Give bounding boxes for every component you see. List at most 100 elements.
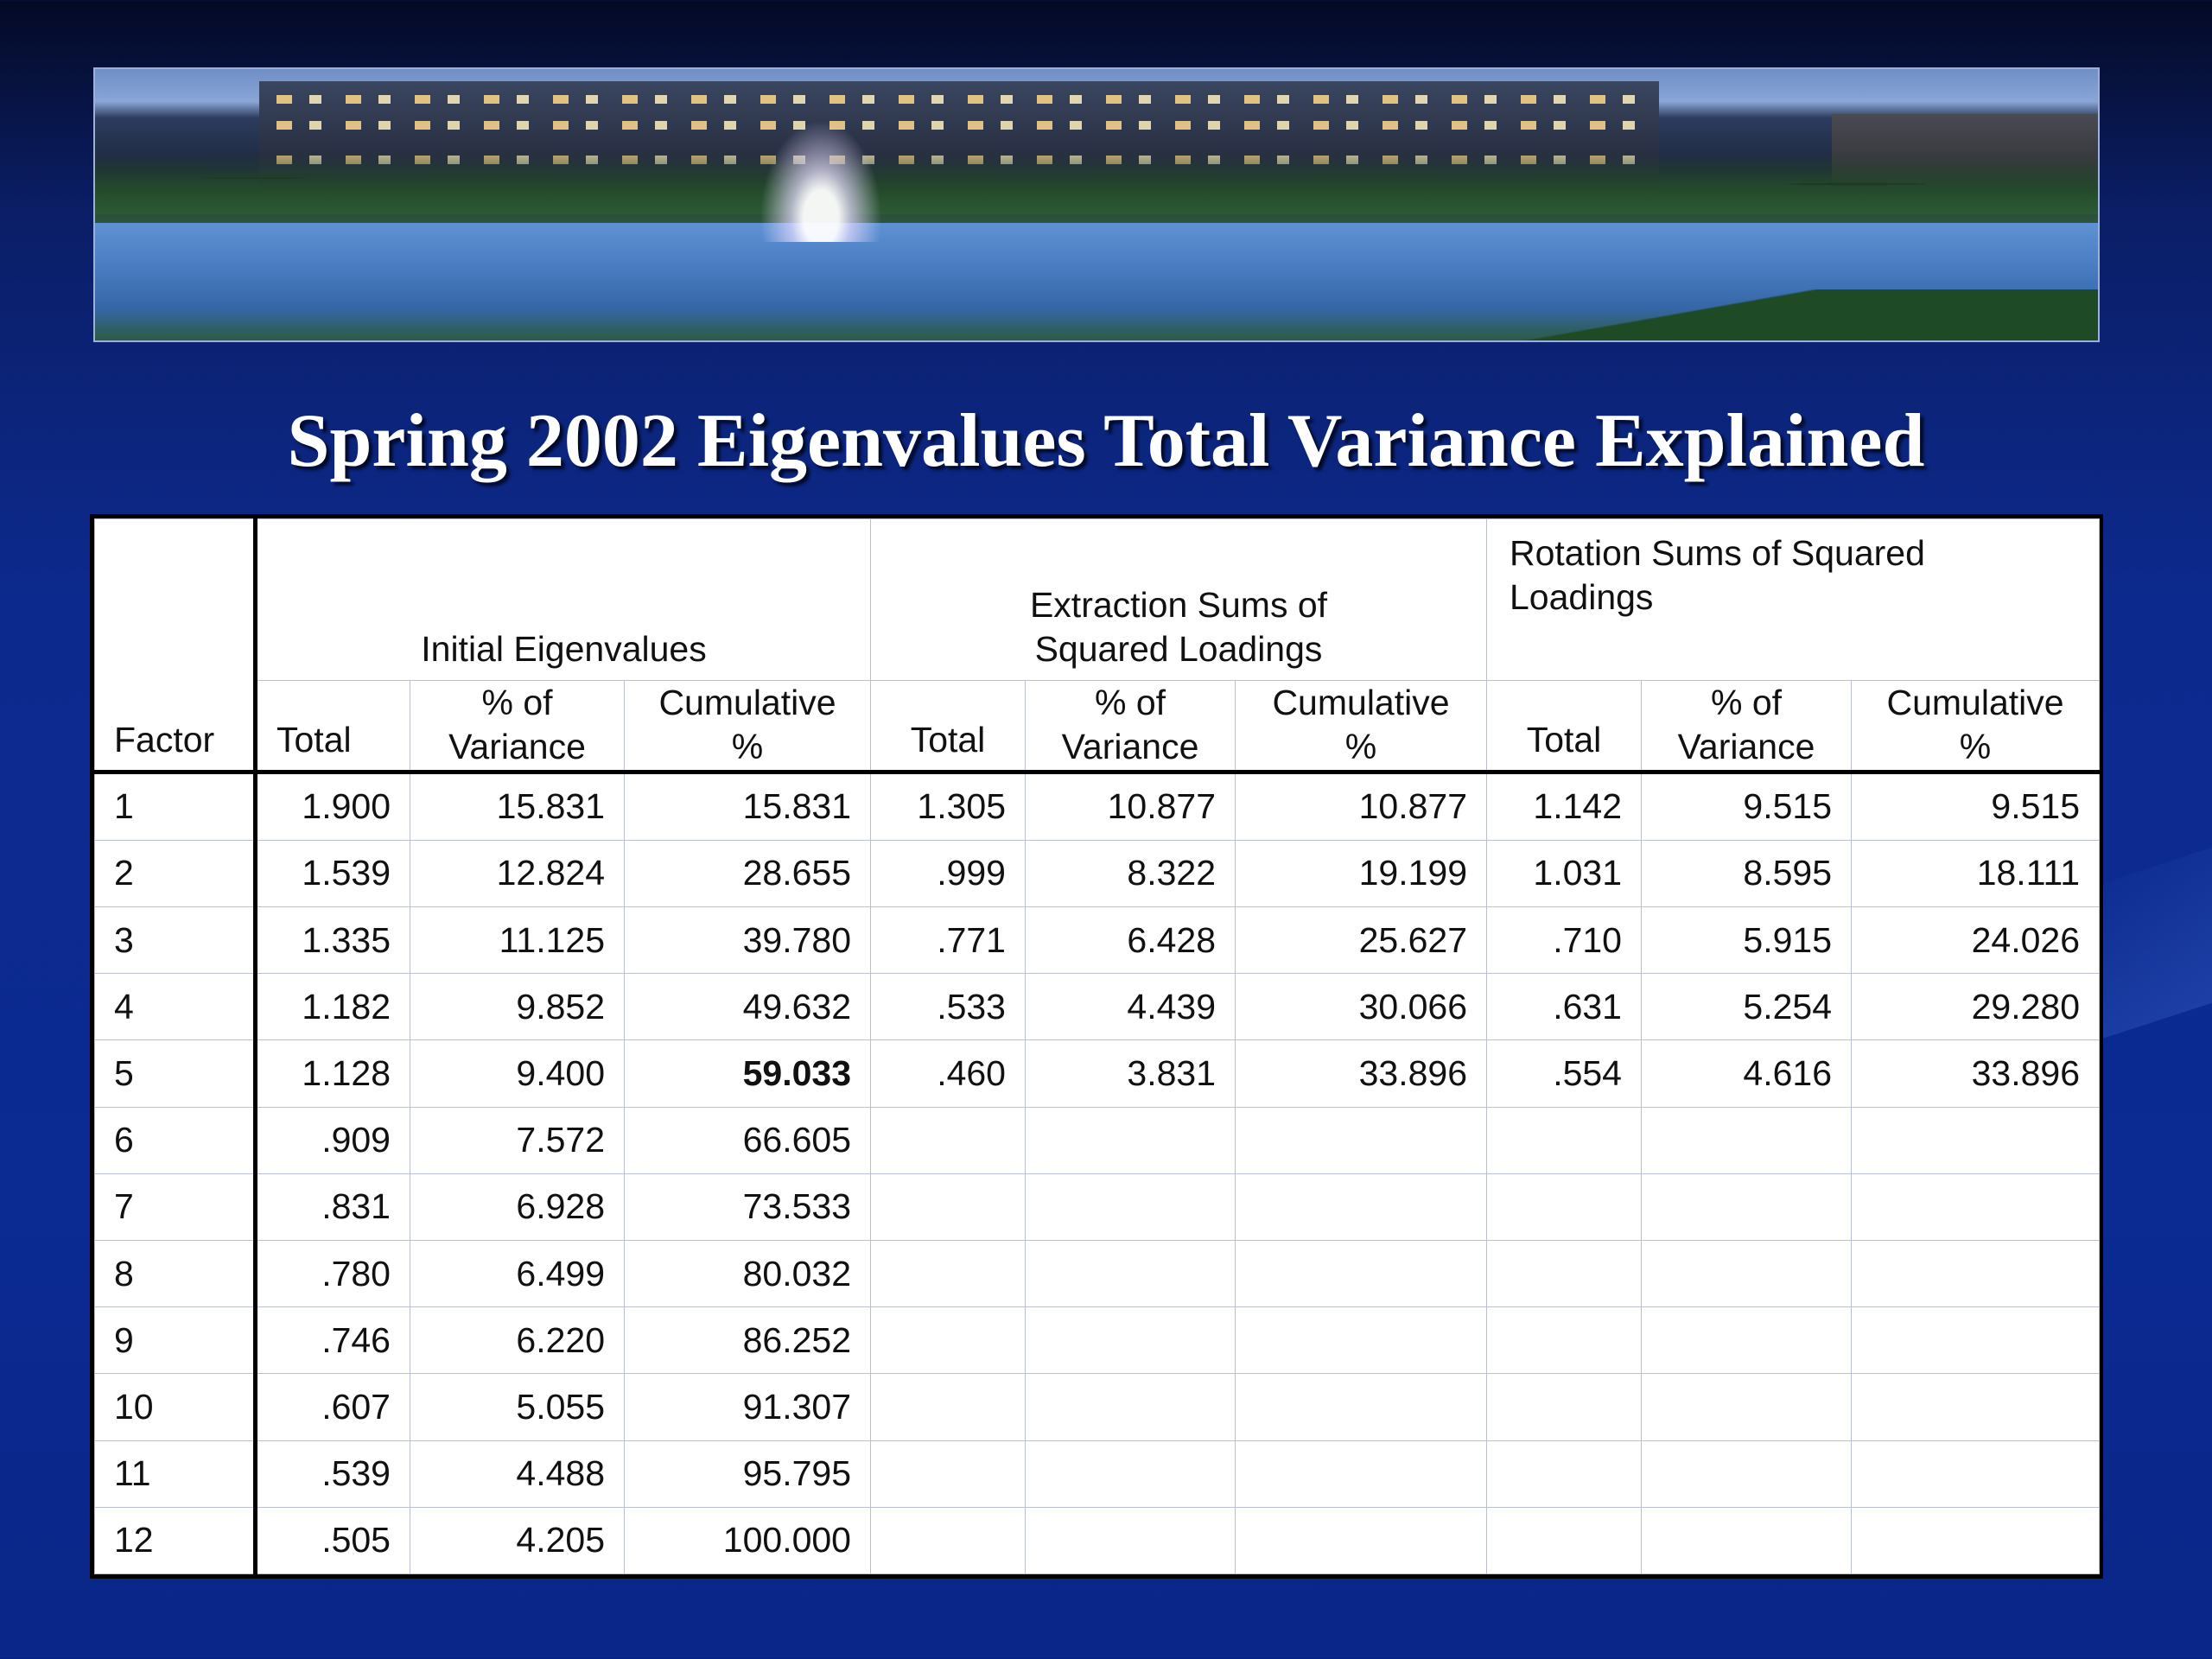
col-total-header: Total (1486, 680, 1642, 774)
slide-title: Spring 2002 Eigenvalues Total Variance E… (287, 399, 1925, 483)
value-cell: .780 (255, 1239, 410, 1308)
value-cell: .631 (1486, 973, 1642, 1041)
group-header-extraction: Extraction Sums of Squared Loadings (870, 518, 1487, 681)
value-cell (870, 1173, 1026, 1241)
value-cell: .607 (255, 1373, 410, 1441)
factor-cell: 2 (94, 839, 257, 907)
value-cell (1641, 1306, 1852, 1375)
value-cell: 5.055 (410, 1373, 625, 1441)
value-cell: 19.199 (1235, 839, 1487, 907)
value-cell (1025, 1106, 1236, 1174)
value-cell: .746 (255, 1306, 410, 1375)
value-cell (870, 1306, 1026, 1375)
factor-cell: 4 (94, 973, 257, 1041)
value-cell: .460 (870, 1039, 1026, 1108)
value-cell: 4.205 (410, 1506, 625, 1575)
value-cell: 91.307 (624, 1373, 871, 1441)
window-lights-row (276, 121, 1642, 130)
factor-cell: 3 (94, 906, 257, 975)
value-cell (1025, 1306, 1236, 1375)
factor-cell: 12 (94, 1506, 257, 1575)
col-pct-header: % of Variance (1641, 680, 1852, 774)
table-row: 1 1.900 15.831 15.831 1.305 10.877 10.877 1.142… (94, 771, 2101, 841)
value-cell (1641, 1373, 1852, 1441)
value-cell (1025, 1373, 1236, 1441)
value-cell (870, 1373, 1026, 1441)
value-cell: 1.539 (255, 839, 410, 907)
value-cell (1486, 1373, 1642, 1441)
value-cell (1235, 1173, 1487, 1241)
value-cell: .554 (1486, 1039, 1642, 1108)
value-cell: 66.605 (624, 1106, 871, 1174)
table-row: 8.780 6.499 80.032 (94, 1239, 2101, 1308)
value-cell: 9.400 (410, 1039, 625, 1108)
value-cell: 11.125 (410, 906, 625, 975)
value-cell: 4.488 (410, 1440, 625, 1508)
group-header-row: Factor Initial Eigenvalues Extraction Su… (94, 518, 2101, 774)
value-cell: 1.128 (255, 1039, 410, 1108)
value-cell (1025, 1506, 1236, 1575)
table-row: 7.831 6.928 73.533 (94, 1173, 2101, 1241)
factor-cell: 8 (94, 1239, 257, 1308)
value-cell (1850, 1506, 2101, 1575)
value-cell: 5.254 (1641, 973, 1852, 1041)
value-cell: 4.616 (1641, 1039, 1852, 1108)
value-cell: 5.915 (1641, 906, 1852, 975)
value-cell (1641, 1440, 1852, 1508)
value-cell: 8.322 (1025, 839, 1236, 907)
value-cell: .533 (870, 973, 1026, 1041)
table-row: 6.909 7.572 66.605 (94, 1106, 2101, 1174)
value-cell (1025, 1440, 1236, 1508)
table-body: 1 1.900 15.831 15.831 1.305 10.877 10.877 1.142… (94, 771, 2101, 1575)
value-cell (1850, 1106, 2101, 1174)
window-lights-row (276, 95, 1642, 104)
value-cell (1641, 1173, 1852, 1241)
value-cell (1235, 1440, 1487, 1508)
factor-cell: 5 (94, 1039, 257, 1108)
value-cell: 1.335 (255, 906, 410, 975)
value-cell: 10.877 (1235, 771, 1487, 841)
value-cell: 1.900 (255, 771, 410, 841)
col-cum-header: Cumulative % (1850, 680, 2101, 774)
value-cell: 7.572 (410, 1106, 625, 1174)
value-cell (1235, 1106, 1487, 1174)
sub-header-row: Total % of Variance Cumulative % Total %… (95, 680, 2101, 774)
value-cell (1486, 1106, 1642, 1174)
value-cell: .909 (255, 1106, 410, 1174)
value-cell (1486, 1239, 1642, 1308)
value-cell (1486, 1306, 1642, 1375)
value-cell (1486, 1440, 1642, 1508)
value-cell: 29.280 (1850, 973, 2101, 1041)
table-row: 4 1.182 9.852 49.632.533 4.439 30.066.631 5.25… (94, 973, 2101, 1041)
table-row: 12.505 4.205 100.000 (94, 1506, 2101, 1575)
value-cell (1641, 1506, 1852, 1575)
value-cell: 86.252 (624, 1306, 871, 1375)
value-cell (1850, 1373, 2101, 1441)
factor-cell: 7 (94, 1173, 257, 1241)
value-cell: 6.428 (1025, 906, 1236, 975)
value-cell: 12.824 (410, 839, 625, 907)
col-total-header: Total (870, 680, 1026, 774)
value-cell: .710 (1486, 906, 1642, 975)
value-cell: 28.655 (624, 839, 871, 907)
factor-header: Factor (94, 518, 257, 774)
value-cell (1235, 1306, 1487, 1375)
value-cell: 73.533 (624, 1173, 871, 1241)
value-cell (1235, 1506, 1487, 1575)
table-row: 3 1.335 11.125 39.780.771 6.428 25.627.710 5.9… (94, 906, 2101, 975)
value-cell (1850, 1239, 2101, 1308)
value-cell: 33.896 (1850, 1039, 2101, 1108)
fountain-icon (760, 121, 881, 242)
value-cell: 80.032 (624, 1239, 871, 1308)
value-cell (1235, 1239, 1487, 1308)
value-cell (870, 1106, 1026, 1174)
value-cell: 1.182 (255, 973, 410, 1041)
value-cell: 24.026 (1850, 906, 2101, 975)
value-cell: 8.595 (1641, 839, 1852, 907)
value-cell: 1.031 (1486, 839, 1642, 907)
value-cell: 10.877 (1025, 771, 1236, 841)
factor-cell: 6 (94, 1106, 257, 1174)
value-cell: 59.033 (624, 1039, 871, 1108)
table-row: 2 1.539 12.824 28.655.999 8.322 19.199 1.031 8.… (94, 839, 2101, 907)
campus-banner-photo (93, 67, 2100, 342)
